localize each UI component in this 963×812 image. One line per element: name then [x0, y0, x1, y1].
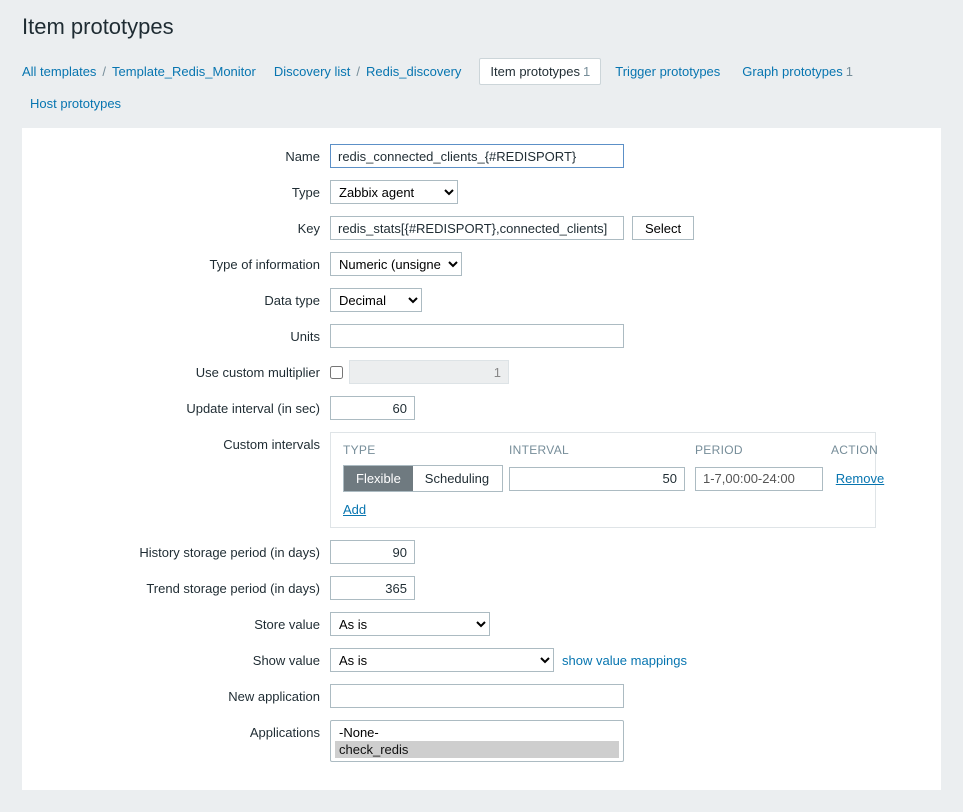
- applications-list[interactable]: -None- check_redis: [330, 720, 624, 762]
- crumb-item-prototypes-count: 1: [583, 64, 590, 79]
- key-input[interactable]: [330, 216, 624, 240]
- ci-interval-input[interactable]: [509, 467, 685, 491]
- crumb-template[interactable]: Template_Redis_Monitor: [112, 64, 256, 79]
- data-type-select[interactable]: Decimal: [330, 288, 422, 312]
- units-input[interactable]: [330, 324, 624, 348]
- label-trend: Trend storage period (in days): [40, 576, 330, 596]
- show-value-mappings-link[interactable]: show value mappings: [562, 653, 687, 668]
- crumb-sep: /: [102, 64, 106, 79]
- label-units: Units: [40, 324, 330, 344]
- crumb-trigger-prototypes[interactable]: Trigger prototypes: [615, 64, 720, 79]
- multiplier-checkbox[interactable]: [330, 366, 343, 379]
- type-select[interactable]: Zabbix agent: [330, 180, 458, 204]
- ci-flexible-button[interactable]: Flexible: [344, 466, 413, 491]
- ci-hdr-interval: INTERVAL: [509, 443, 689, 457]
- select-button[interactable]: Select: [632, 216, 694, 240]
- apps-option-none[interactable]: -None-: [335, 724, 619, 741]
- new-application-input[interactable]: [330, 684, 624, 708]
- ci-type-segmented: Flexible Scheduling: [343, 465, 503, 492]
- crumb-discovery[interactable]: Redis_discovery: [366, 64, 461, 79]
- crumb-host-prototypes[interactable]: Host prototypes: [30, 96, 121, 111]
- label-show-value: Show value: [40, 648, 330, 668]
- label-name: Name: [40, 144, 330, 164]
- trend-input[interactable]: [330, 576, 415, 600]
- crumb-all-templates[interactable]: All templates: [22, 64, 96, 79]
- type-info-select[interactable]: Numeric (unsigned): [330, 252, 462, 276]
- ci-hdr-action: ACTION: [831, 443, 889, 457]
- ci-add-link[interactable]: Add: [343, 502, 366, 517]
- label-history: History storage period (in days): [40, 540, 330, 560]
- label-data-type: Data type: [40, 288, 330, 308]
- breadcrumb: All templates / Template_Redis_Monitor D…: [0, 44, 963, 128]
- crumb-item-prototypes-label: Item prototypes: [490, 64, 580, 79]
- label-type-info: Type of information: [40, 252, 330, 272]
- label-multiplier: Use custom multiplier: [40, 360, 330, 380]
- ci-scheduling-button[interactable]: Scheduling: [413, 466, 501, 491]
- label-type: Type: [40, 180, 330, 200]
- ci-hdr-period: PERIOD: [695, 443, 825, 457]
- ci-hdr-type: TYPE: [343, 443, 503, 457]
- multiplier-value-input: [349, 360, 509, 384]
- label-new-application: New application: [40, 684, 330, 704]
- crumb-graph-count: 1: [846, 64, 853, 79]
- crumb-item-prototypes-current: Item prototypes 1: [479, 58, 601, 85]
- apps-option-check-redis[interactable]: check_redis: [335, 741, 619, 758]
- label-key: Key: [40, 216, 330, 236]
- crumb-graph-prototypes[interactable]: Graph prototypes: [742, 64, 842, 79]
- show-value-select[interactable]: As is: [330, 648, 554, 672]
- page-title: Item prototypes: [0, 0, 963, 44]
- ci-period-input[interactable]: [695, 467, 823, 491]
- history-input[interactable]: [330, 540, 415, 564]
- name-input[interactable]: [330, 144, 624, 168]
- ci-remove-link[interactable]: Remove: [831, 471, 889, 486]
- crumb-discovery-list[interactable]: Discovery list: [274, 64, 351, 79]
- update-interval-input[interactable]: [330, 396, 415, 420]
- label-store-value: Store value: [40, 612, 330, 632]
- label-update-interval: Update interval (in sec): [40, 396, 330, 416]
- label-applications: Applications: [40, 720, 330, 740]
- store-value-select[interactable]: As is: [330, 612, 490, 636]
- form-panel: Name Type Zabbix agent Key Select Type o…: [22, 128, 941, 790]
- crumb-sep: /: [356, 64, 360, 79]
- custom-intervals-box: TYPE INTERVAL PERIOD ACTION Flexible Sch…: [330, 432, 876, 528]
- label-custom-intervals: Custom intervals: [40, 432, 330, 452]
